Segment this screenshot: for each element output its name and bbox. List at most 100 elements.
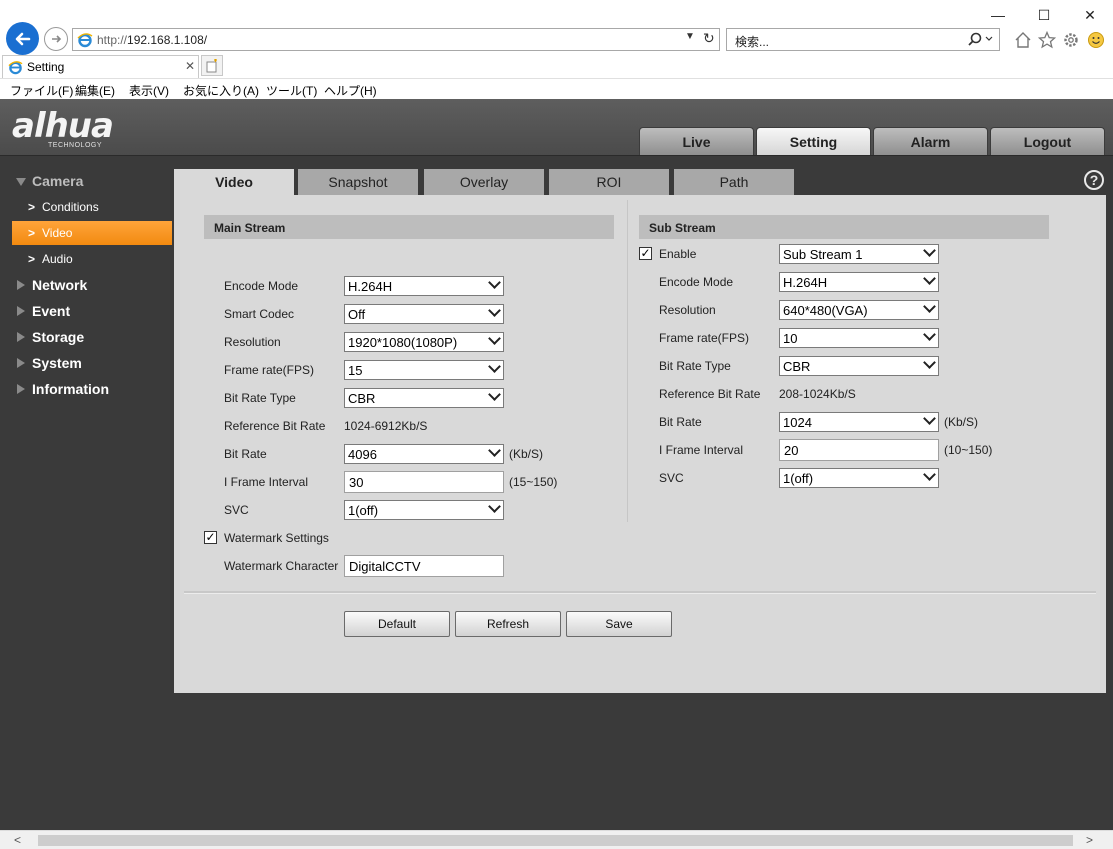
main-iframe-input[interactable]: 30 (344, 471, 504, 493)
main-bit-rate-select[interactable]: 4096 (344, 444, 504, 464)
main-bit-rate-type-select[interactable]: CBR (344, 388, 504, 408)
stream-divider (627, 200, 628, 522)
menu-file[interactable]: ファイル(F) (10, 82, 73, 99)
menu-favorites[interactable]: お気に入り(A) (183, 82, 259, 99)
sidebar-item-video[interactable]: > Video (12, 221, 172, 245)
menu-view[interactable]: 表示(V) (129, 82, 169, 99)
new-tab-icon (206, 58, 217, 72)
smiley-feedback-icon[interactable] (1086, 30, 1106, 50)
scrollbar-thumb[interactable] (38, 835, 1073, 846)
tab-setting[interactable]: Setting (756, 127, 871, 155)
address-dropdown-icon[interactable]: ▼ (685, 31, 695, 42)
sub-resolution-label: Resolution (659, 303, 716, 317)
form-separator (184, 591, 1096, 594)
chevron-down-icon (923, 412, 936, 425)
watermark-char-label: Watermark Character (224, 559, 339, 573)
sub-resolution-select[interactable]: 640*480(VGA) (779, 300, 939, 320)
sub-resolution-value: 640*480(VGA) (783, 303, 868, 318)
tab-live[interactable]: Live (639, 127, 754, 155)
chevron-right-icon: > (28, 226, 36, 240)
sidebar-item-camera[interactable]: Camera (0, 169, 174, 193)
sub-enable-checkbox[interactable]: ✓ (639, 247, 652, 260)
scroll-right-icon[interactable]: > (1086, 833, 1093, 847)
brand-logo: alhua (12, 106, 114, 146)
favorites-star-icon[interactable] (1037, 30, 1057, 50)
main-ref-bit-rate-label: Reference Bit Rate (224, 419, 326, 433)
sub-frame-rate-value: 10 (783, 331, 798, 346)
browser-tab[interactable]: Setting ✕ (2, 55, 199, 78)
sidebar-item-label: Event (32, 303, 71, 319)
main-bit-rate-value: 4096 (348, 447, 377, 462)
tab-video[interactable]: Video (174, 169, 294, 195)
sub-stream-header: Sub Stream (639, 215, 1049, 239)
chevron-down-icon (923, 300, 936, 313)
sub-bit-rate-label: Bit Rate (659, 415, 702, 429)
main-iframe-label: I Frame Interval (224, 475, 309, 489)
save-button[interactable]: Save (566, 611, 672, 637)
sub-ref-bit-rate-value: 208-1024Kb/S (779, 387, 856, 401)
main-encode-mode-select[interactable]: H.264H (344, 276, 504, 296)
watermark-char-input[interactable]: DigitalCCTV (344, 555, 504, 577)
tab-logout[interactable]: Logout (990, 127, 1105, 155)
main-svc-value: 1(off) (348, 503, 379, 518)
chevron-down-icon (923, 272, 936, 285)
default-button[interactable]: Default (344, 611, 450, 637)
chevron-down-icon (923, 468, 936, 481)
sub-stream-select[interactable]: Sub Stream 1 (779, 244, 939, 264)
sub-iframe-input[interactable]: 20 (779, 439, 939, 461)
sidebar-item-conditions[interactable]: > Conditions (0, 195, 174, 219)
horizontal-scrollbar[interactable]: < > (0, 830, 1113, 849)
sub-frame-rate-select[interactable]: 10 (779, 328, 939, 348)
sidebar-item-system[interactable]: System (0, 351, 174, 375)
scroll-left-icon[interactable]: < (14, 833, 21, 847)
new-tab-button[interactable] (201, 55, 223, 76)
close-window-button[interactable]: ✕ (1067, 0, 1113, 30)
main-svc-select[interactable]: 1(off) (344, 500, 504, 520)
minimize-button[interactable]: — (975, 0, 1021, 30)
address-bar[interactable]: http://192.168.1.108/ ▼ ↻ (72, 28, 720, 51)
gear-icon[interactable] (1061, 30, 1081, 50)
main-frame-rate-select[interactable]: 15 (344, 360, 504, 380)
sidebar-item-network[interactable]: Network (0, 273, 174, 297)
menu-help[interactable]: ヘルプ(H) (324, 82, 377, 99)
back-button[interactable] (6, 22, 39, 55)
sub-bit-rate-type-value: CBR (783, 359, 811, 374)
menu-edit[interactable]: 編集(E) (75, 82, 115, 99)
chevron-down-icon (923, 356, 936, 369)
sidebar-item-storage[interactable]: Storage (0, 325, 174, 349)
home-icon[interactable] (1013, 30, 1033, 50)
sub-enable-label: Enable (659, 247, 697, 261)
sub-bit-rate-select[interactable]: 1024 (779, 412, 939, 432)
brand-logo-subtitle: TECHNOLOGY (48, 142, 103, 149)
expanded-triangle-icon (16, 178, 26, 186)
sidebar-item-label: Network (32, 277, 88, 293)
sub-bit-rate-type-select[interactable]: CBR (779, 356, 939, 376)
sub-svc-select[interactable]: 1(off) (779, 468, 939, 488)
tab-alarm[interactable]: Alarm (873, 127, 988, 155)
sidebar-item-information[interactable]: Information (0, 377, 174, 401)
help-icon[interactable]: ? (1084, 170, 1104, 190)
main-bit-rate-label: Bit Rate (224, 447, 267, 461)
watermark-checkbox[interactable]: ✓ (204, 531, 217, 544)
tab-path[interactable]: Path (674, 169, 794, 195)
tab-snapshot[interactable]: Snapshot (298, 169, 418, 195)
tab-overlay[interactable]: Overlay (424, 169, 544, 195)
menu-tools[interactable]: ツール(T) (266, 82, 317, 99)
search-icon[interactable] (967, 31, 995, 49)
web-page: alhua TECHNOLOGY Live Setting Alarm Logo… (0, 99, 1113, 830)
chevron-down-icon (488, 500, 501, 513)
search-box[interactable]: 検索... (726, 28, 1000, 51)
refresh-button[interactable]: Refresh (455, 611, 561, 637)
main-svc-label: SVC (224, 503, 249, 517)
sidebar-item-event[interactable]: Event (0, 299, 174, 323)
tab-roi[interactable]: ROI (549, 169, 669, 195)
sidebar-item-audio[interactable]: > Audio (0, 247, 174, 271)
forward-button[interactable] (44, 27, 68, 51)
refresh-icon[interactable]: ↻ (703, 30, 715, 47)
sub-encode-mode-select[interactable]: H.264H (779, 272, 939, 292)
maximize-button[interactable]: ☐ (1021, 0, 1067, 30)
main-resolution-select[interactable]: 1920*1080(1080P) (344, 332, 504, 352)
main-smart-codec-select[interactable]: Off (344, 304, 504, 324)
main-smart-codec-value: Off (348, 307, 366, 322)
tab-close-icon[interactable]: ✕ (185, 59, 195, 73)
